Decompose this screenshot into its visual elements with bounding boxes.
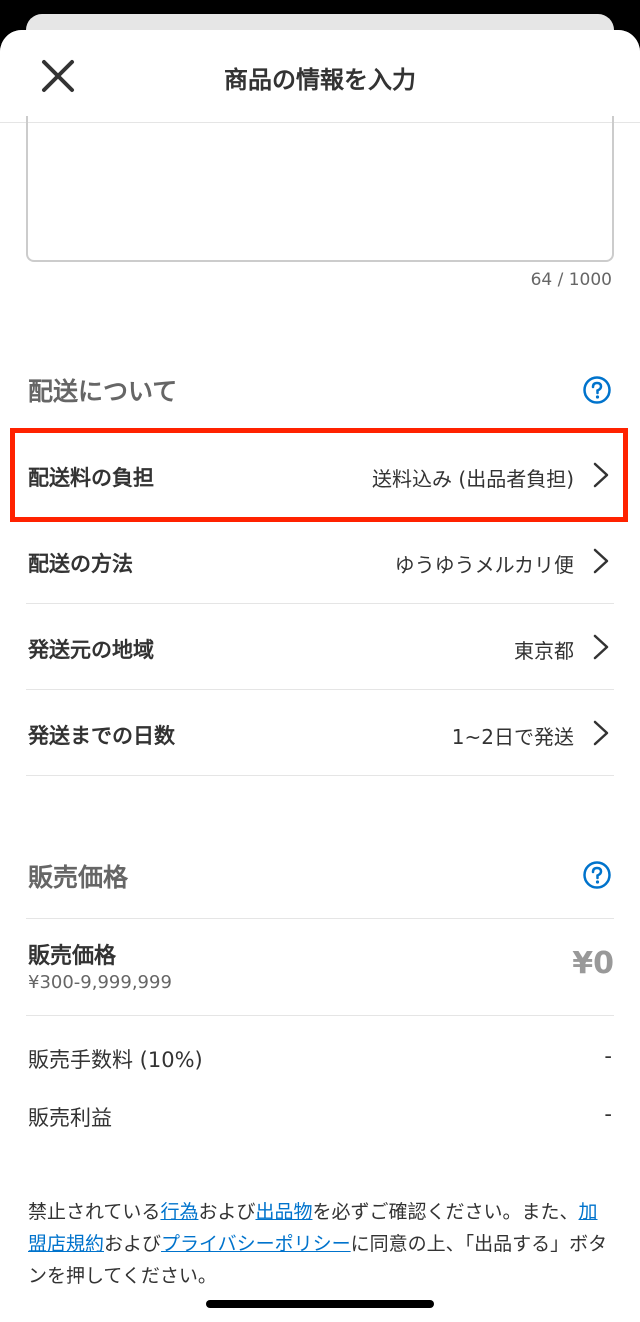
listing-sheet: 商品の情報を入力 64 / 1000 配送について 配送料の負担 送料込み (出… [0,30,640,1322]
fee-label: 販売手数料 (10%) [28,1048,203,1072]
profit-value: - [604,1102,612,1126]
row-shipping-method[interactable]: 配送の方法 ゆうゆうメルカリ便 [26,518,614,604]
row-label: 配送料の負担 [28,466,154,490]
shipping-help-icon[interactable] [582,375,612,405]
row-shipping-fee[interactable]: 配送料の負担 送料込み (出品者負担) [26,432,614,518]
notice-text: を必ずご確認ください。また、 [312,1201,579,1223]
row-value: 送料込み (出品者負担) [372,467,574,491]
row-label: 発送までの日数 [28,724,175,748]
row-label: 配送の方法 [28,552,133,576]
row-ship-from-region[interactable]: 発送元の地域 東京都 [26,604,614,690]
row-value: 東京都 [514,639,574,663]
fee-value: - [604,1044,612,1068]
notice-text: 禁止されている [28,1201,161,1223]
description-textarea[interactable] [26,116,614,262]
price-input[interactable]: ¥0 [572,946,614,981]
row-value: 1~2日で発送 [451,725,574,749]
notice-text: および [198,1201,256,1223]
row-label: 発送元の地域 [28,638,154,662]
price-help-icon[interactable] [582,860,612,890]
chevron-right-icon [592,719,610,747]
shipping-section-title: 配送について [28,377,178,406]
chevron-right-icon [592,633,610,661]
divider [26,918,614,919]
price-range: ¥300-9,999,999 [28,972,172,993]
terms-notice: 禁止されている行為および出品物を必ずご確認ください。また、加盟店規約およびプライ… [28,1196,616,1292]
divider [26,1015,614,1016]
price-section-title: 販売価格 [28,863,129,892]
prohibited-items-link[interactable]: 出品物 [255,1201,312,1223]
prohibited-acts-link[interactable]: 行為 [160,1201,198,1223]
page-title: 商品の情報を入力 [224,66,416,94]
notice-text: および [104,1233,162,1255]
privacy-policy-link[interactable]: プライバシーポリシー [161,1233,351,1255]
header: 商品の情報を入力 [0,30,640,123]
row-days-to-ship[interactable]: 発送までの日数 1~2日で発送 [26,690,614,776]
chevron-right-icon [592,461,610,489]
home-indicator [206,1300,434,1308]
profit-label: 販売利益 [28,1106,112,1130]
char-count: 64 / 1000 [530,270,612,290]
row-value: ゆうゆうメルカリ便 [394,553,574,577]
price-label: 販売価格 [28,944,117,969]
chevron-right-icon [592,547,610,575]
